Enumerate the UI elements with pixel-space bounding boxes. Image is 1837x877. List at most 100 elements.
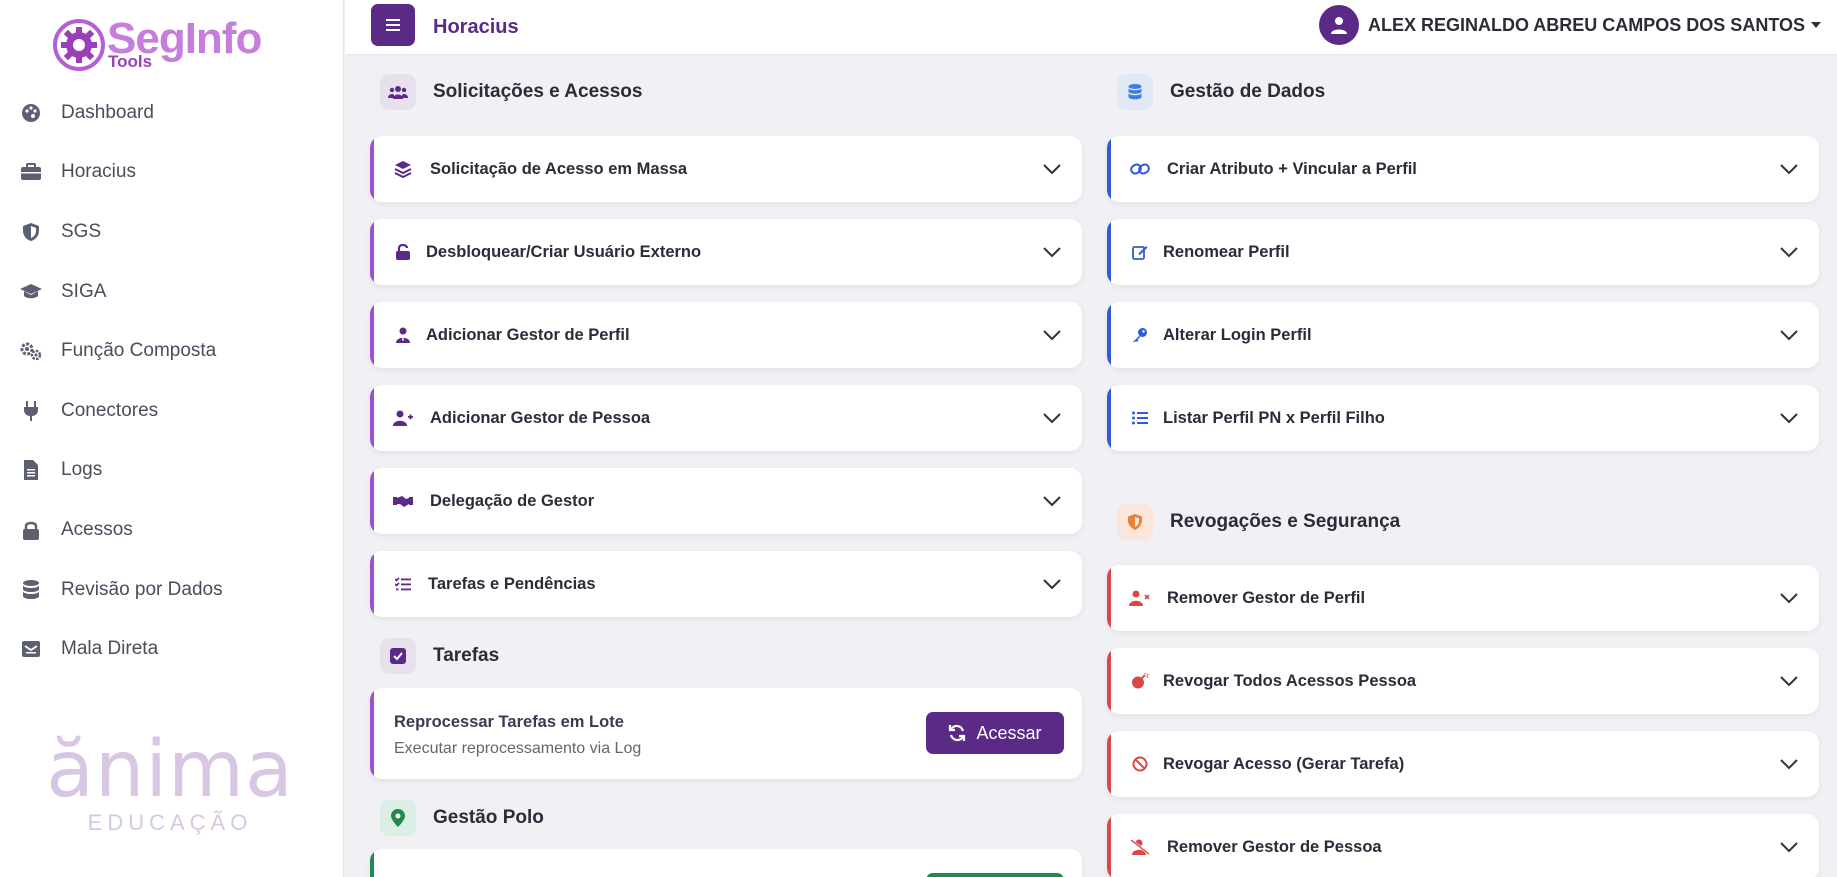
chevron-down-icon <box>1040 323 1064 347</box>
bomb-icon <box>1129 670 1151 692</box>
square-check-icon <box>380 638 416 674</box>
chevron-down-icon <box>1040 489 1064 513</box>
sidebar-item-funcao-composta[interactable]: Função Composta <box>0 321 344 381</box>
graduation-cap-icon <box>20 281 42 303</box>
section-title: Solicitações e Acessos <box>433 81 643 102</box>
card-accent-bar <box>370 551 374 617</box>
chevron-down-icon <box>1040 572 1064 596</box>
card-label: Remover Gestor de Perfil <box>1167 588 1366 607</box>
chevron-down-icon <box>1777 323 1801 347</box>
card-accent-bar <box>370 468 374 534</box>
chevron-down-icon <box>1040 240 1064 264</box>
shield-icon <box>20 221 42 243</box>
sidebar-item-label: SIGA <box>61 280 107 302</box>
chevron-down-icon <box>1777 669 1801 693</box>
card-tarefas-pendencias[interactable]: Tarefas e Pendências <box>370 551 1082 617</box>
gestao-polo-button[interactable] <box>926 873 1064 877</box>
chevron-down-icon <box>1777 157 1801 181</box>
menu-toggle-button[interactable] <box>371 4 415 46</box>
sidebar-item-revisao-por-dados[interactable]: Revisão por Dados <box>0 560 344 620</box>
task-card-reprocessar: Reprocessar Tarefas em Lote Executar rep… <box>370 688 1082 779</box>
card-label: Solicitação de Acesso em Massa <box>430 159 688 178</box>
card-adicionar-gestor-pessoa[interactable]: Adicionar Gestor de Pessoa <box>370 385 1082 451</box>
sidebar-item-label: Acessos <box>61 518 133 540</box>
logo-subtext: Tools <box>108 52 153 71</box>
list-check-icon <box>392 573 414 595</box>
briefcase-icon <box>20 161 42 183</box>
card-accent-bar <box>1107 565 1111 631</box>
card-accent-bar <box>370 385 374 451</box>
card-remover-gestor-perfil[interactable]: Remover Gestor de Perfil <box>1107 565 1819 631</box>
card-label: Adicionar Gestor de Pessoa <box>430 408 651 427</box>
map-pin-icon <box>380 800 416 836</box>
chevron-down-icon <box>1777 406 1801 430</box>
caret-down-icon <box>1811 22 1821 28</box>
section-header-revogacoes: Revogações e Segurança <box>1117 504 1400 540</box>
sidebar-item-siga[interactable]: SIGA <box>0 262 344 322</box>
user-menu[interactable]: ALEX REGINALDO ABREU CAMPOS DOS SANTOS <box>1318 5 1821 45</box>
card-accent-bar <box>1107 219 1111 285</box>
sidebar-item-acessos[interactable]: Acessos <box>0 500 344 560</box>
card-label: Delegação de Gestor <box>430 491 595 510</box>
user-tie-icon <box>392 324 414 346</box>
user-icon <box>1330 17 1347 34</box>
card-label: Desbloquear/Criar Usuário Externo <box>426 242 702 261</box>
sidebar-item-label: Horacius <box>61 161 136 183</box>
card-renomear-perfil[interactable]: Renomear Perfil <box>1107 219 1819 285</box>
sidebar-item-label: Conectores <box>61 399 159 421</box>
chevron-down-icon <box>1777 835 1801 859</box>
sidebar-item-label: Dashboard <box>61 101 154 123</box>
database-icon <box>1117 74 1153 110</box>
card-label: Listar Perfil PN x Perfil Filho <box>1163 408 1385 427</box>
sidebar-item-dashboard[interactable]: Dashboard <box>0 83 344 143</box>
sidebar-item-sgs[interactable]: SGS <box>0 202 344 262</box>
card-label: Revogar Acesso (Gerar Tarefa) <box>1163 754 1405 773</box>
unlock-icon <box>392 241 414 263</box>
card-delegacao-gestor[interactable]: Delegação de Gestor <box>370 468 1082 534</box>
card-listar-perfil[interactable]: Listar Perfil PN x Perfil Filho <box>1107 385 1819 451</box>
lock-icon <box>20 519 42 541</box>
section-title: Tarefas <box>433 645 500 666</box>
card-revogar-acesso[interactable]: Revogar Acesso (Gerar Tarefa) <box>1107 731 1819 797</box>
card-adicionar-gestor-perfil[interactable]: Adicionar Gestor de Perfil <box>370 302 1082 368</box>
card-desbloquear-usuario[interactable]: Desbloquear/Criar Usuário Externo <box>370 219 1082 285</box>
user-plus-icon <box>392 407 414 429</box>
card-alterar-login-perfil[interactable]: Alterar Login Perfil <box>1107 302 1819 368</box>
user-name: ALEX REGINALDO ABREU CAMPOS DOS SANTOS <box>1367 14 1805 35</box>
card-accent-bar <box>1107 136 1111 202</box>
layers-icon <box>392 158 414 180</box>
sidebar-item-mala-direta[interactable]: Mala Direta <box>0 619 344 679</box>
section-header-gestao-dados: Gestão de Dados <box>1117 74 1325 110</box>
chevron-down-icon <box>1777 586 1801 610</box>
card-label: Revogar Todos Acessos Pessoa <box>1163 671 1417 690</box>
card-label: Alterar Login Perfil <box>1163 325 1312 344</box>
card-accent-bar <box>370 219 374 285</box>
hamburger-icon <box>386 19 400 31</box>
sidebar-item-horacius[interactable]: Horacius <box>0 143 344 203</box>
shield-half-icon <box>1117 504 1153 540</box>
card-label: Remover Gestor de Pessoa <box>1167 837 1382 856</box>
mail-icon <box>20 638 42 660</box>
page-title: Horacius <box>433 16 519 38</box>
gears-icon <box>20 340 42 362</box>
sidebar: SegInfo Tools Dashboard Horacius SGS SIG… <box>0 0 344 877</box>
chevron-down-icon <box>1040 406 1064 430</box>
card-accent-bar <box>1107 731 1111 797</box>
card-label: Criar Atributo + Vincular a Perfil <box>1167 159 1417 178</box>
card-accent-bar <box>1107 302 1111 368</box>
card-accent-bar <box>370 849 374 877</box>
sidebar-item-conectores[interactable]: Conectores <box>0 381 344 441</box>
edit-icon <box>1129 241 1151 263</box>
card-criar-atributo[interactable]: Criar Atributo + Vincular a Perfil <box>1107 136 1819 202</box>
palette-icon <box>20 102 42 124</box>
task-title: Reprocessar Tarefas em Lote <box>394 713 624 731</box>
card-revogar-todos-acessos[interactable]: Revogar Todos Acessos Pessoa <box>1107 648 1819 714</box>
section-header-tarefas: Tarefas <box>380 638 499 674</box>
card-accent-bar <box>1107 814 1111 877</box>
card-remover-gestor-pessoa[interactable]: Remover Gestor de Pessoa <box>1107 814 1819 877</box>
link-icon <box>1129 158 1151 180</box>
key-icon <box>1129 324 1151 346</box>
acessar-button[interactable]: Acessar <box>926 712 1064 754</box>
card-solicitacao-acesso-massa[interactable]: Solicitação de Acesso em Massa <box>370 136 1082 202</box>
sidebar-item-logs[interactable]: Logs <box>0 441 344 501</box>
